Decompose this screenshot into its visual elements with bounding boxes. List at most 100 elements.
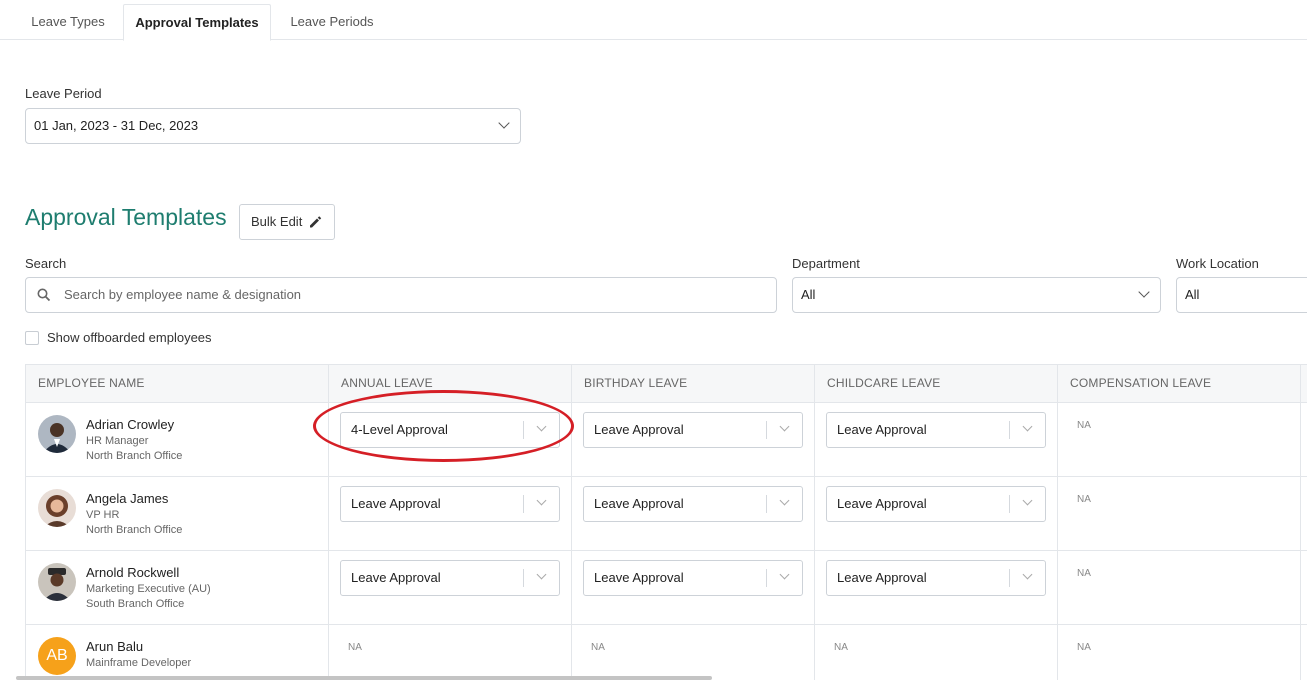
table-row: Arnold Rockwell Marketing Executive (AU)… [26, 551, 1307, 625]
pencil-icon [310, 216, 322, 228]
employee-cell: Angela James VP HR North Branch Office [26, 477, 329, 551]
select-separator [523, 569, 524, 587]
birthday-leave-template-select[interactable]: Leave Approval [583, 486, 803, 522]
table-row: Angela James VP HR North Branch Office L… [26, 477, 1307, 551]
compensation-leave-cell: NA [1058, 477, 1301, 551]
select-separator [523, 495, 524, 513]
select-separator [1009, 569, 1010, 587]
column-header-employee-name: EMPLOYEE NAME [26, 365, 329, 403]
column-header-birthday-leave: BIRTHDAY LEAVE [572, 365, 815, 403]
select-value: Leave Approval [594, 422, 684, 437]
childcare-leave-cell: NA [815, 625, 1058, 680]
chevron-down-icon [1022, 421, 1033, 432]
employee-location: North Branch Office [86, 524, 183, 536]
chevron-down-icon [1022, 495, 1033, 506]
column-header-annual-leave: ANNUAL LEAVE [329, 365, 572, 403]
chevron-down-icon [779, 421, 790, 432]
annual-leave-template-select[interactable]: Leave Approval [340, 560, 560, 596]
department-select[interactable]: All [792, 277, 1161, 313]
show-offboarded-label: Show offboarded employees [47, 330, 212, 345]
avatar: AB [38, 637, 76, 675]
select-value: Leave Approval [351, 570, 441, 585]
annual-leave-cell: NA [329, 625, 572, 680]
annual-leave-cell: Leave Approval [329, 551, 572, 625]
annual-leave-template-select[interactable]: 4-Level Approval [340, 412, 560, 448]
chevron-down-icon [536, 569, 547, 580]
leave-period-select[interactable]: 01 Jan, 2023 - 31 Dec, 2023 [25, 108, 521, 144]
select-value: Leave Approval [837, 422, 927, 437]
search-label: Search [25, 256, 67, 271]
chevron-down-icon [1138, 286, 1150, 298]
leave-period-label: Leave Period [25, 86, 102, 101]
birthday-leave-cell: Leave Approval [572, 551, 815, 625]
employee-cell: Adrian Crowley HR Manager North Branch O… [26, 403, 329, 477]
birthday-leave-template-select[interactable]: Leave Approval [583, 412, 803, 448]
select-value: Leave Approval [837, 496, 927, 511]
select-separator [766, 421, 767, 439]
select-separator [766, 569, 767, 587]
department-label: Department [792, 256, 860, 271]
chevron-down-icon [1022, 569, 1033, 580]
birthday-leave-cell: Leave Approval [572, 477, 815, 551]
childcare-leave-cell: Leave Approval [815, 403, 1058, 477]
chevron-down-icon [536, 421, 547, 432]
chevron-down-icon [779, 495, 790, 506]
childcare-leave-template-select[interactable]: Leave Approval [826, 486, 1046, 522]
compensation-leave-cell: NA [1058, 625, 1301, 680]
work-location-label: Work Location [1176, 256, 1259, 271]
table-header: EMPLOYEE NAME ANNUAL LEAVE BIRTHDAY LEAV… [26, 365, 1307, 403]
childcare-leave-cell: Leave Approval [815, 551, 1058, 625]
leave-period-value: 01 Jan, 2023 - 31 Dec, 2023 [34, 118, 199, 133]
search-input[interactable]: Search by employee name & designation [25, 277, 777, 313]
search-icon [37, 288, 51, 302]
employee-location: South Branch Office [86, 598, 185, 610]
search-placeholder: Search by employee name & designation [64, 287, 302, 302]
employee-name[interactable]: Arun Balu [86, 639, 143, 654]
birthday-leave-cell: NA [572, 625, 815, 680]
childcare-leave-template-select[interactable]: Leave Approval [826, 412, 1046, 448]
annual-leave-template-select[interactable]: Leave Approval [340, 486, 560, 522]
employee-designation: VP HR [86, 509, 120, 521]
tab-approval-templates[interactable]: Approval Templates [123, 4, 271, 41]
not-applicable-text: NA [591, 642, 605, 653]
select-separator [523, 421, 524, 439]
page-title: Approval Templates [25, 204, 227, 230]
employee-name[interactable]: Angela James [86, 491, 168, 506]
column-header-childcare-leave: CHILDCARE LEAVE [815, 365, 1058, 403]
chevron-down-icon [536, 495, 547, 506]
select-separator [766, 495, 767, 513]
employee-designation: Mainframe Developer [86, 657, 192, 669]
column-header-compensation-leave: COMPENSATION LEAVE [1058, 365, 1301, 403]
not-applicable-text: NA [348, 642, 362, 653]
birthday-leave-template-select[interactable]: Leave Approval [583, 560, 803, 596]
select-value: Leave Approval [594, 496, 684, 511]
not-applicable-text: NA [1077, 568, 1091, 579]
table-row: Adrian Crowley HR Manager North Branch O… [26, 403, 1307, 477]
childcare-leave-cell: Leave Approval [815, 477, 1058, 551]
compensation-leave-cell: NA [1058, 551, 1301, 625]
table-row: AB Arun Balu Mainframe Developer NA NA N… [26, 625, 1307, 680]
chevron-down-icon [498, 117, 510, 129]
tab-bar: Leave Types Approval Templates Leave Per… [0, 0, 1307, 41]
select-separator [1009, 421, 1010, 439]
employee-location: North Branch Office [86, 450, 183, 462]
chevron-down-icon [779, 569, 790, 580]
avatar [38, 489, 76, 527]
employee-cell: Arnold Rockwell Marketing Executive (AU)… [26, 551, 329, 625]
childcare-leave-template-select[interactable]: Leave Approval [826, 560, 1046, 596]
tab-leave-types[interactable]: Leave Types [18, 4, 118, 40]
bulk-edit-label: Bulk Edit [251, 214, 303, 229]
employee-name[interactable]: Adrian Crowley [86, 417, 174, 432]
not-applicable-text: NA [1077, 642, 1091, 653]
avatar [38, 563, 76, 601]
work-location-select[interactable]: All [1176, 277, 1307, 313]
employee-name[interactable]: Arnold Rockwell [86, 565, 179, 580]
horizontal-scrollbar[interactable] [16, 676, 712, 680]
tab-leave-periods[interactable]: Leave Periods [276, 4, 388, 40]
bulk-edit-button[interactable]: Bulk Edit [239, 204, 335, 240]
not-applicable-text: NA [834, 642, 848, 653]
work-location-value: All [1185, 287, 1200, 302]
avatar [38, 415, 76, 453]
select-value: Leave Approval [351, 496, 441, 511]
show-offboarded-checkbox[interactable] [25, 331, 39, 345]
